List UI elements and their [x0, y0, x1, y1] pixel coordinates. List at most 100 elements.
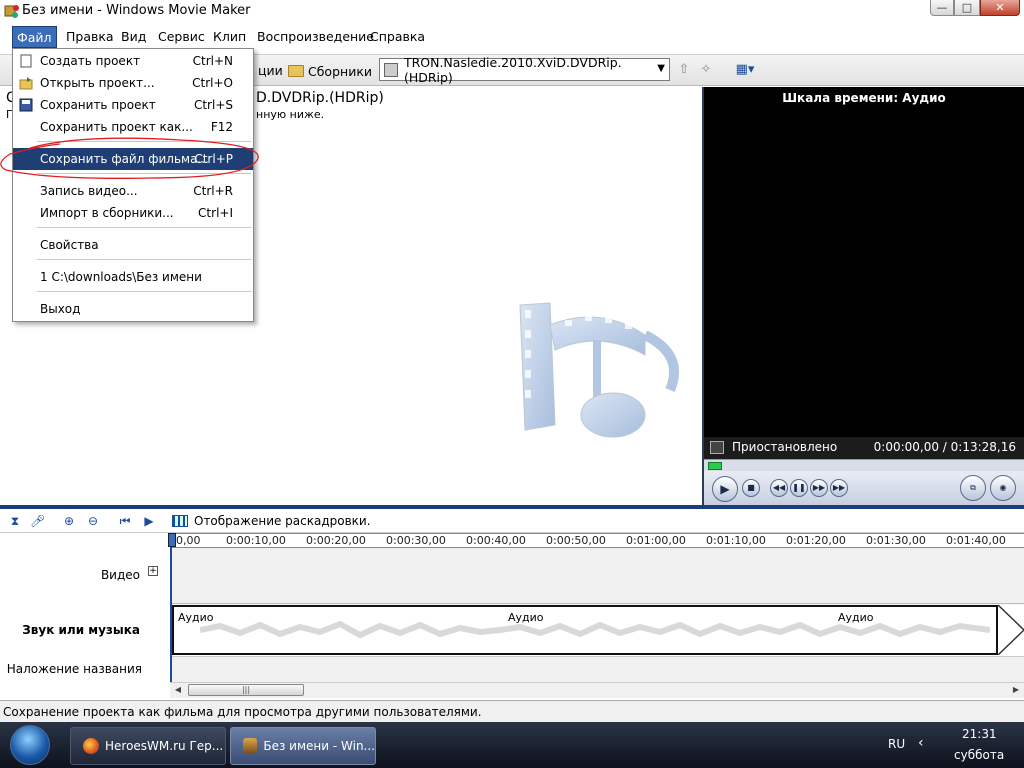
- show-storyboard-button[interactable]: Отображение раскадровки.: [172, 514, 371, 528]
- tasks-button-label[interactable]: ции: [258, 63, 283, 78]
- taskbar-item-label: Без имени - Win...: [263, 739, 375, 753]
- ruler-tick: 0:00:40,00: [466, 534, 526, 547]
- menu-item-label: Сохранить файл фильма...: [40, 152, 209, 166]
- file-menu-dropdown: Создать проект Ctrl+N Открыть проект... …: [12, 48, 254, 322]
- menu-item-new-project[interactable]: Создать проект Ctrl+N: [13, 50, 253, 72]
- menu-playback[interactable]: Воспроизведение: [255, 29, 376, 44]
- menu-file[interactable]: Файл: [12, 26, 57, 48]
- collection-subtitle: нную ниже.: [256, 108, 325, 121]
- close-button[interactable]: ✕: [980, 0, 1020, 16]
- track-labels: Видео Звук или музыка Наложение названия: [0, 533, 170, 698]
- taskbar-item-firefox[interactable]: HeroesWM.ru Гер...: [70, 727, 226, 765]
- language-indicator[interactable]: RU: [888, 737, 905, 751]
- chevron-down-icon: ▼: [657, 63, 665, 74]
- playback-controls: ▶ ■ ◀◀ ❚❚ ▶▶ ▶▶ ⧉ ◉: [704, 471, 1024, 505]
- menu-item-recent-project[interactable]: 1 C:\downloads\Без имени: [13, 266, 253, 288]
- timeline-ruler[interactable]: 0,00 0:00:10,00 0:00:20,00 0:00:30,00 0:…: [170, 533, 1024, 548]
- menu-item-label: Сохранить проект: [40, 98, 156, 112]
- menu-edit[interactable]: Правка: [64, 29, 116, 44]
- collections-button[interactable]: Сборники: [288, 61, 372, 81]
- menu-item-save-movie-file[interactable]: Сохранить файл фильма... Ctrl+P: [13, 148, 253, 170]
- set-audio-levels-icon[interactable]: ⧗: [8, 514, 22, 528]
- preview-status-bar: Приостановлено 0:00:00,00 / 0:13:28,16: [704, 437, 1024, 459]
- tray-expand-icon[interactable]: ‹: [918, 735, 924, 751]
- menu-help[interactable]: Справка: [368, 29, 427, 44]
- audio-clip-end-marker[interactable]: [998, 605, 1024, 655]
- playhead-line: [170, 533, 172, 683]
- scroll-right-arrow-icon[interactable]: ▶: [1010, 684, 1022, 696]
- ruler-tick: 0,00: [176, 534, 201, 547]
- taskbar-item-label: HeroesWM.ru Гер...: [105, 739, 224, 753]
- scroll-left-arrow-icon[interactable]: ◀: [172, 684, 184, 696]
- menu-item-shortcut: Ctrl+R: [193, 184, 233, 198]
- rewind-timeline-icon[interactable]: ⏮︎: [118, 514, 132, 528]
- window-title: Без имени - Windows Movie Maker: [22, 3, 251, 18]
- menu-item-label: 1 C:\downloads\Без имени: [40, 270, 202, 284]
- storyboard-icon: [172, 515, 188, 527]
- play-button[interactable]: ▶: [712, 476, 738, 502]
- collection-icon: [384, 62, 398, 77]
- forward-button[interactable]: ▶▶: [830, 479, 848, 497]
- snapshot-camera-button[interactable]: ◉: [990, 475, 1016, 501]
- menu-item-properties[interactable]: Свойства: [13, 234, 253, 256]
- menu-item-import[interactable]: Импорт в сборники... Ctrl+I: [13, 202, 253, 224]
- playhead-handle[interactable]: [168, 533, 176, 547]
- ruler-tick: 0:00:30,00: [386, 534, 446, 547]
- menu-separator: [37, 173, 251, 174]
- ruler-tick: 0:00:10,00: [226, 534, 286, 547]
- menu-separator: [37, 227, 251, 228]
- collection-select-value: TRON.Nasledie.2010.XviD.DVDRip.(HDRip): [403, 54, 622, 85]
- track-label-audio: Звук или музыка: [22, 623, 140, 637]
- menu-item-label: Сохранить проект как...: [40, 120, 193, 134]
- pause-frame-button[interactable]: ❚❚: [790, 479, 808, 497]
- collections-label: Сборники: [308, 63, 372, 79]
- maximize-button[interactable]: □: [954, 0, 980, 16]
- zoom-out-icon[interactable]: ⊖: [86, 514, 100, 528]
- menu-separator: [37, 291, 251, 292]
- menu-item-exit[interactable]: Выход: [13, 298, 253, 320]
- clock-time[interactable]: 21:31: [962, 727, 997, 741]
- menu-item-save-project-as[interactable]: Сохранить проект как... F12: [13, 116, 253, 138]
- minimize-button[interactable]: —: [930, 0, 954, 16]
- menu-clip[interactable]: Клип: [211, 29, 248, 44]
- monitor-icon: [710, 441, 724, 454]
- menu-item-label: Запись видео...: [40, 184, 138, 198]
- new-folder-icon[interactable]: ✧: [698, 62, 714, 78]
- menu-item-open-project[interactable]: Открыть проект... Ctrl+O: [13, 72, 253, 94]
- track-label-video: Видео: [100, 568, 140, 582]
- menu-item-label: Выход: [40, 302, 81, 316]
- title-overlay-track[interactable]: [170, 656, 1024, 682]
- scroll-thumb[interactable]: |||: [188, 684, 304, 696]
- ruler-tick: 0:01:30,00: [866, 534, 926, 547]
- menu-item-capture-video[interactable]: Запись видео... Ctrl+R: [13, 180, 253, 202]
- menu-item-shortcut: Ctrl+O: [192, 76, 233, 90]
- menu-view[interactable]: Вид: [119, 29, 148, 44]
- menu-item-shortcut: Ctrl+S: [193, 98, 233, 112]
- status-bar: Сохранение проекта как фильма для просмо…: [0, 700, 1024, 722]
- menu-item-save-project[interactable]: Сохранить проект Ctrl+S: [13, 94, 253, 116]
- video-track[interactable]: [170, 548, 1024, 604]
- narrate-microphone-icon[interactable]: 🎤︎: [30, 514, 45, 528]
- menu-tools[interactable]: Сервис: [156, 29, 207, 44]
- play-timeline-icon[interactable]: ▶: [142, 514, 156, 528]
- start-button[interactable]: [10, 725, 50, 765]
- split-clip-button[interactable]: ⧉: [960, 475, 986, 501]
- previous-frame-button[interactable]: ◀◀: [770, 479, 788, 497]
- expand-video-track-button[interactable]: +: [148, 566, 158, 576]
- next-frame-button[interactable]: ▶▶: [810, 479, 828, 497]
- stop-button[interactable]: ■: [742, 479, 760, 497]
- playback-status: Приостановлено: [732, 440, 838, 454]
- firefox-icon: [83, 738, 99, 754]
- ruler-tick: 0:01:10,00: [706, 534, 766, 547]
- zoom-in-icon[interactable]: ⊕: [62, 514, 76, 528]
- collection-select[interactable]: TRON.Nasledie.2010.XviD.DVDRip.(HDRip) ▼: [379, 55, 670, 85]
- timeline-toolbar: ⧗ 🎤︎ ⊕ ⊖ ⏮︎ ▶ Отображение раскадровки.: [0, 509, 1024, 533]
- ruler-tick: 0:01:40,00: [946, 534, 1006, 547]
- seek-thumb[interactable]: [708, 462, 722, 470]
- title-bar: Без имени - Windows Movie Maker — □ ✕: [0, 0, 1024, 22]
- view-options-icon[interactable]: ▦▾: [731, 62, 759, 78]
- seek-bar[interactable]: [704, 459, 1024, 471]
- taskbar-item-movie-maker[interactable]: Без имени - Win...: [230, 727, 376, 765]
- ruler-tick: 0:00:20,00: [306, 534, 366, 547]
- up-level-icon[interactable]: ⇧: [676, 62, 692, 78]
